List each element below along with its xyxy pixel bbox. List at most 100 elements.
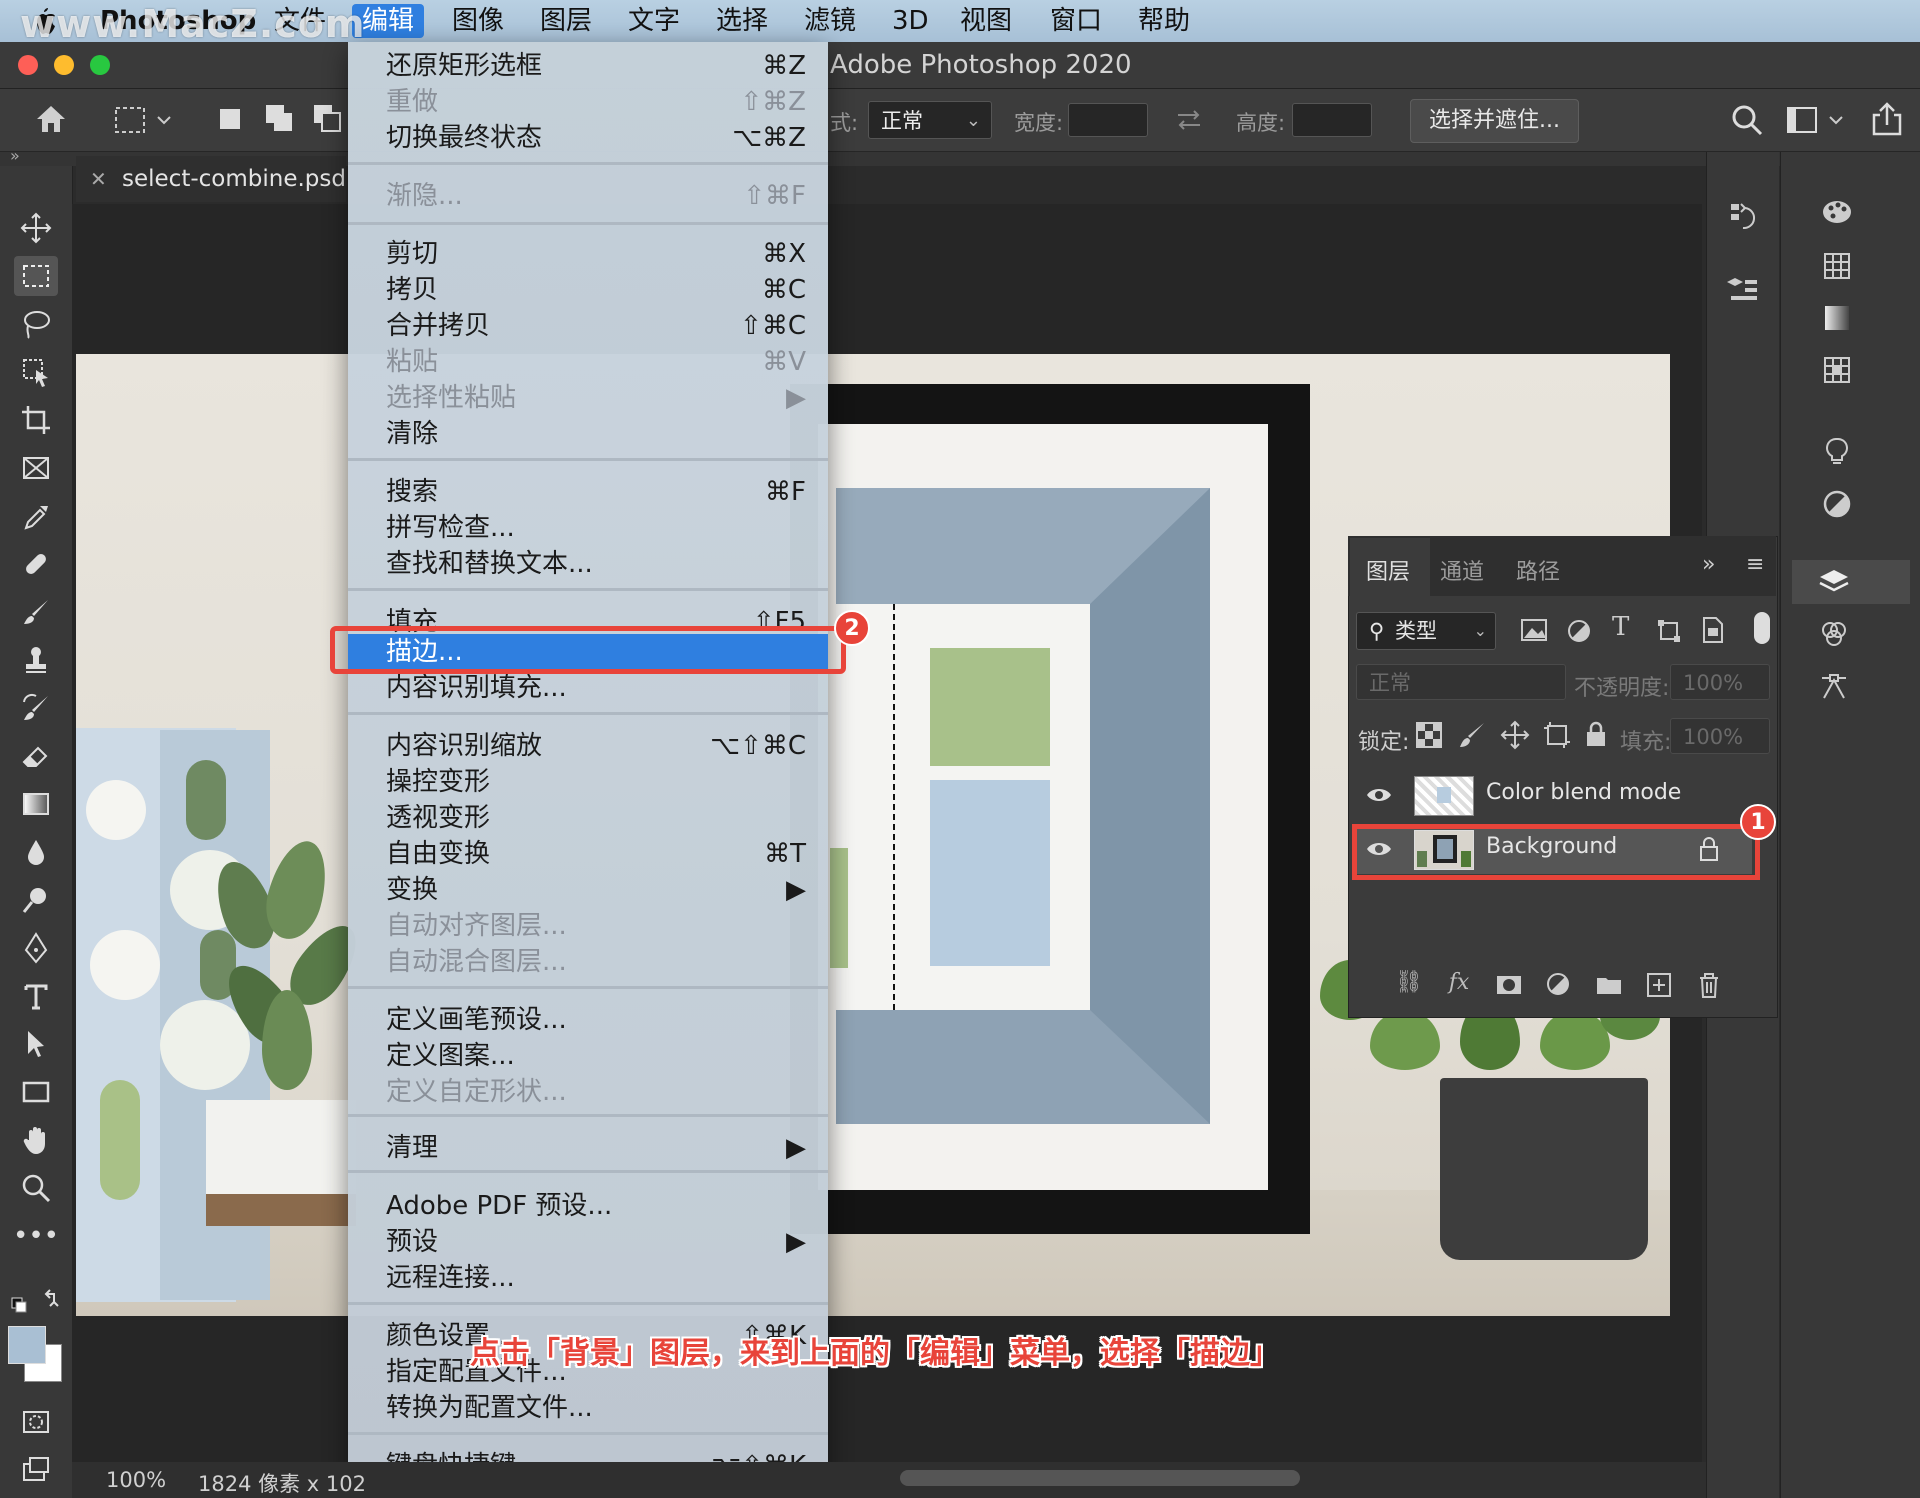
- edit-menu-item[interactable]: 变换 ▶: [348, 872, 828, 908]
- edit-menu-item[interactable]: 内容识别缩放 ⌥⇧⌘C: [348, 728, 828, 764]
- panel-menu-icon[interactable]: ≡: [1746, 552, 1764, 577]
- zoom-window-button[interactable]: [90, 55, 110, 75]
- edit-menu-item[interactable]: 合并拷贝 ⇧⌘C: [348, 308, 828, 344]
- fx-icon[interactable]: fx: [1444, 970, 1474, 1000]
- layer-filter-select[interactable]: ⚲ 类型 ⌄: [1356, 612, 1496, 650]
- rectangular-marquee-tool[interactable]: [14, 256, 58, 296]
- foreground-color-swatch[interactable]: [8, 1326, 46, 1364]
- edit-menu-item[interactable]: 搜索 ⌘F: [348, 474, 828, 510]
- menu-type[interactable]: 文字: [618, 4, 690, 38]
- edit-menu-item[interactable]: 拷贝 ⌘C: [348, 272, 828, 308]
- link-layers-icon[interactable]: ⛓: [1394, 970, 1424, 1000]
- collapse-panel-icon[interactable]: »: [1702, 552, 1715, 577]
- edit-menu-item[interactable]: 拼写检查...: [348, 510, 828, 546]
- document-tab[interactable]: ✕ select-combine.psd: [76, 156, 346, 202]
- menu-image[interactable]: 图像: [442, 4, 514, 38]
- gradients-panel-button[interactable]: [1817, 298, 1857, 338]
- move-tool[interactable]: [14, 208, 58, 248]
- history-brush-tool[interactable]: [14, 688, 58, 728]
- add-to-selection-icon[interactable]: [264, 103, 296, 135]
- minimize-window-button[interactable]: [54, 55, 74, 75]
- tab-paths[interactable]: 路径: [1516, 554, 1560, 586]
- edit-menu-item[interactable]: 远程连接...: [348, 1260, 828, 1296]
- quick-mask-button[interactable]: [14, 1402, 58, 1442]
- edit-menu-item[interactable]: 透视变形: [348, 800, 828, 836]
- filter-toggle-switch[interactable]: [1754, 612, 1770, 644]
- horizontal-scrollbar[interactable]: [900, 1470, 1300, 1486]
- menu-window[interactable]: 窗口: [1040, 4, 1112, 38]
- new-selection-icon[interactable]: [220, 109, 240, 129]
- type-filter-icon[interactable]: T: [1612, 612, 1629, 642]
- style-select[interactable]: 正常 ⌄: [868, 101, 992, 139]
- dodge-tool[interactable]: [14, 880, 58, 920]
- gradient-tool[interactable]: [14, 784, 58, 824]
- close-tab-icon[interactable]: ✕: [90, 156, 107, 202]
- layer-row-color-blend-mode[interactable]: Color blend mode: [1352, 772, 1752, 820]
- screen-mode-button[interactable]: [14, 1450, 58, 1490]
- pen-tool[interactable]: [14, 928, 58, 968]
- add-mask-icon[interactable]: [1494, 970, 1524, 1000]
- swatches-panel-button[interactable]: [1817, 246, 1857, 286]
- fill-field[interactable]: 100%: [1670, 718, 1770, 754]
- pixel-layer-filter-icon[interactable]: [1520, 618, 1548, 642]
- edit-menu-item[interactable]: 清除: [348, 416, 828, 452]
- channels-panel-button[interactable]: [1814, 614, 1854, 654]
- patterns-panel-button[interactable]: [1817, 350, 1857, 390]
- trash-icon[interactable]: [1694, 970, 1724, 1000]
- edit-menu-item[interactable]: Adobe PDF 预设...: [348, 1188, 828, 1224]
- menu-select[interactable]: 选择: [706, 4, 778, 38]
- menu-view[interactable]: 视图: [950, 4, 1022, 38]
- edit-menu-item[interactable]: 切换最终状态 ⌥⌘Z: [348, 120, 828, 156]
- swap-dimensions-icon[interactable]: [1174, 107, 1204, 133]
- select-and-mask-button[interactable]: 选择并遮住...: [1410, 99, 1579, 143]
- shape-filter-icon[interactable]: [1656, 618, 1682, 644]
- subtract-selection-icon[interactable]: [312, 103, 344, 135]
- smart-object-filter-icon[interactable]: [1700, 616, 1724, 644]
- layers-panel-button[interactable]: [1814, 562, 1854, 602]
- visibility-eye-icon[interactable]: [1366, 786, 1392, 804]
- home-icon[interactable]: [34, 103, 68, 135]
- search-icon[interactable]: [1730, 103, 1764, 137]
- close-window-button[interactable]: [18, 55, 38, 75]
- eyedropper-tool[interactable]: [14, 496, 58, 536]
- adjustment-filter-icon[interactable]: [1566, 618, 1592, 644]
- expand-toolbar-icon[interactable]: »: [10, 146, 20, 165]
- new-adjustment-layer-icon[interactable]: [1544, 970, 1574, 1000]
- edit-menu-item[interactable]: 内容识别填充...: [348, 670, 828, 706]
- new-group-icon[interactable]: [1594, 970, 1624, 1000]
- object-selection-tool[interactable]: [14, 352, 58, 392]
- lock-all-icon[interactable]: [1584, 720, 1608, 748]
- tab-channels[interactable]: 通道: [1440, 554, 1484, 586]
- edit-menu-item[interactable]: 定义图案...: [348, 1038, 828, 1074]
- clone-stamp-tool[interactable]: [14, 640, 58, 680]
- marquee-preset-icon[interactable]: [114, 105, 174, 135]
- swap-colors-icon[interactable]: [8, 1288, 64, 1316]
- new-layer-icon[interactable]: [1644, 970, 1674, 1000]
- lock-artboard-icon[interactable]: [1542, 720, 1572, 750]
- crop-tool[interactable]: [14, 400, 58, 440]
- edit-menu-item[interactable]: 还原矩形选框 ⌘Z: [348, 48, 828, 84]
- edit-toolbar-button[interactable]: •••: [13, 1216, 59, 1256]
- hand-tool[interactable]: [14, 1120, 58, 1160]
- menu-layer[interactable]: 图层: [530, 4, 602, 38]
- edit-menu-item[interactable]: 转换为配置文件...: [348, 1390, 828, 1426]
- lock-position-icon[interactable]: [1500, 720, 1530, 750]
- menu-filter[interactable]: 滤镜: [794, 4, 866, 38]
- height-field[interactable]: [1292, 103, 1372, 137]
- lock-transparent-pixels-icon[interactable]: [1414, 720, 1444, 750]
- menu-help[interactable]: 帮助: [1128, 4, 1200, 38]
- edit-menu-item[interactable]: 操控变形: [348, 764, 828, 800]
- type-tool[interactable]: [14, 976, 58, 1016]
- lock-image-pixels-icon[interactable]: [1458, 720, 1488, 750]
- workspace-icon[interactable]: [1786, 105, 1846, 135]
- blend-mode-select[interactable]: 正常: [1356, 664, 1566, 700]
- edit-menu-item[interactable]: 查找和替换文本...: [348, 546, 828, 582]
- blur-tool[interactable]: [14, 832, 58, 872]
- zoom-tool[interactable]: [14, 1168, 58, 1208]
- color-panel-button[interactable]: [1817, 192, 1857, 232]
- menu-3d[interactable]: 3D: [882, 4, 939, 38]
- document-info[interactable]: 1824 像素 x 102: [198, 1468, 366, 1498]
- learn-panel-button[interactable]: [1817, 432, 1857, 472]
- adjustments-panel-button[interactable]: [1817, 484, 1857, 524]
- tab-layers[interactable]: 图层: [1366, 554, 1410, 586]
